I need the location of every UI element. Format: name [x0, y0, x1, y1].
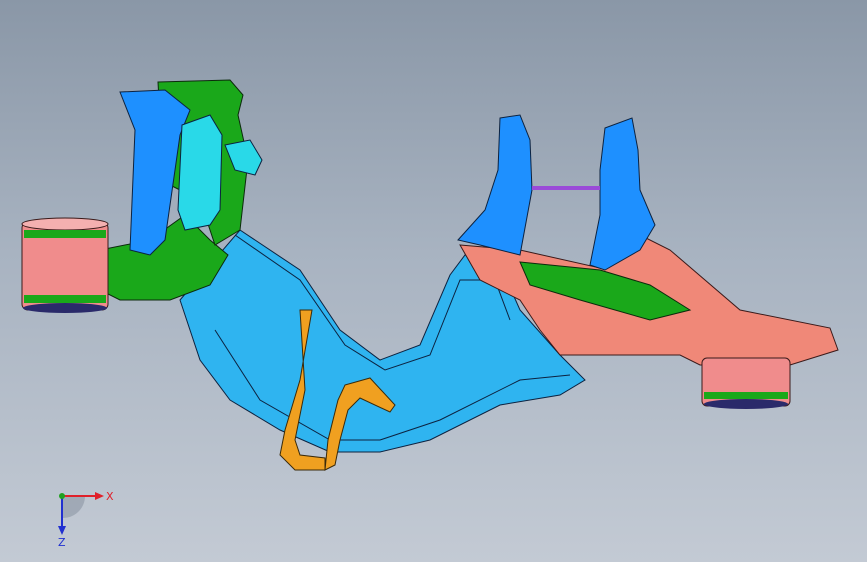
blue-tower-right-front[interactable] [457, 114, 533, 256]
x-axis-label: X [106, 490, 114, 503]
3d-viewport[interactable]: X Z [0, 0, 867, 562]
z-axis-label: Z [58, 536, 66, 548]
cad-model[interactable] [0, 0, 867, 562]
cyan-plate[interactable] [177, 114, 223, 231]
axis-triad-icon: X Z [58, 490, 114, 548]
right-bushing[interactable] [701, 357, 791, 409]
left-bushing[interactable] [21, 217, 109, 313]
